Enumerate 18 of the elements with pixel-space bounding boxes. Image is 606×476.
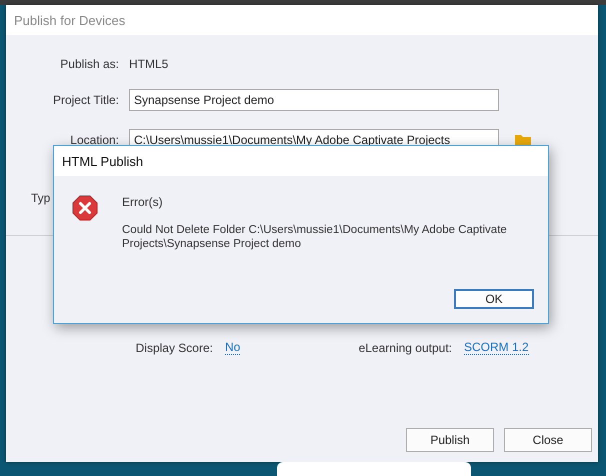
setting-link[interactable]: No [225, 340, 240, 355]
input-field[interactable]: Synapsense Project demo [129, 89, 499, 111]
dialog-title: HTML Publish [62, 154, 144, 168]
field-label: Typ [31, 191, 50, 205]
error-heading: Error(s) [122, 195, 164, 209]
field-label: Location: [69, 133, 119, 147]
error-message: Could Not Delete Folder C:\Users\mussie1\Documents\My Adobe Captivate Projects\Synapsense Project demo [122, 223, 507, 251]
field-label: Project Title: [52, 93, 119, 107]
setting-label: Display Score: [134, 340, 213, 354]
field-label: Publish as: [59, 57, 119, 71]
setting-label: eLearning output: [358, 340, 452, 354]
dialog-button[interactable]: Close [504, 428, 592, 452]
dialog-button[interactable]: Publish [406, 428, 494, 452]
publish-format: HTML5 [129, 57, 170, 71]
error-icon [72, 195, 98, 221]
ok-button[interactable]: OK [454, 289, 534, 309]
window-title: Publish for Devices [14, 12, 126, 28]
setting-link[interactable]: SCORM 1.2 [464, 340, 529, 355]
